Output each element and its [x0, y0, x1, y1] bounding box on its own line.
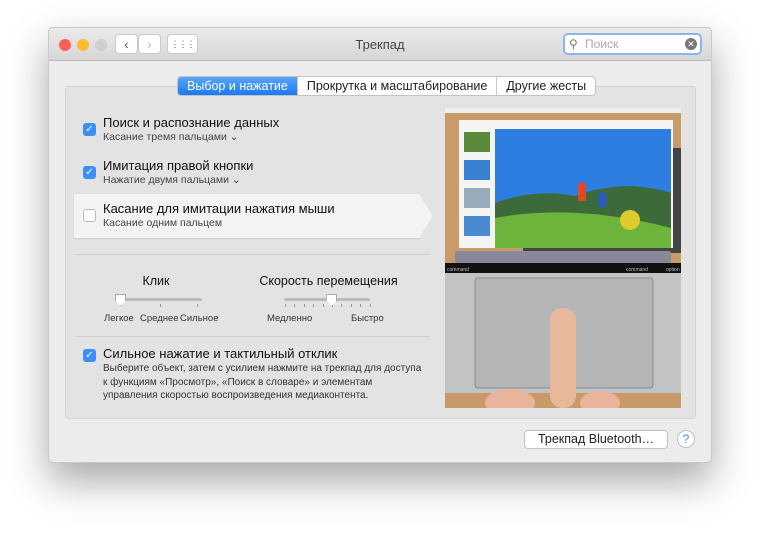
speed-fast-label: Быстро [351, 313, 384, 324]
tab-point-click[interactable]: Выбор и нажатие [178, 77, 298, 95]
secondary-click-dropdown[interactable]: Нажатие двумя пальцами ⌄ [103, 174, 241, 186]
thumbnail [464, 216, 490, 236]
chevron-down-icon: ⌄ [229, 131, 239, 143]
key-command-right: command [626, 267, 648, 273]
tick [360, 304, 362, 307]
search-placeholder: Поиск [585, 37, 619, 51]
option-title: Имитация правой кнопки [103, 158, 254, 173]
bluetooth-trackpad-button[interactable]: Трекпад Bluetooth… [524, 430, 668, 449]
search-icon: ⚲ [569, 37, 578, 51]
click-medium-label: Среднее [140, 313, 179, 324]
photo-hiker [578, 183, 586, 201]
tab-scroll-zoom[interactable]: Прокрутка и масштабирование [298, 77, 498, 95]
click-slider-knob[interactable] [115, 294, 126, 306]
secondary-click-checkbox[interactable]: ✓ [83, 166, 96, 179]
menu-bar [445, 108, 681, 113]
click-firm-label: Сильное [180, 313, 219, 324]
clear-search-icon[interactable]: ✕ [685, 38, 697, 50]
key-option: option [666, 267, 680, 273]
tick [341, 304, 343, 307]
force-click-checkbox[interactable]: ✓ [83, 349, 96, 362]
tracking-speed-knob[interactable] [326, 294, 338, 306]
tick [197, 304, 198, 307]
thumbnail [464, 188, 490, 208]
tab-more-gestures[interactable]: Другие жесты [497, 77, 595, 95]
divider [76, 336, 429, 337]
tick [322, 304, 324, 307]
tick [350, 304, 352, 307]
click-light-label: Легкое [104, 313, 134, 324]
tick [313, 304, 315, 307]
finger [550, 308, 576, 408]
thumbnail [464, 132, 490, 152]
tick [160, 304, 161, 307]
divider [76, 254, 429, 255]
tracking-speed-label: Скорость перемещения [259, 274, 398, 288]
settings-panel: ✓ Поиск и распознание данных Касание тре… [65, 86, 696, 419]
option-sub: Нажатие двумя пальцами [103, 174, 229, 186]
gesture-preview-video: command command option [445, 108, 681, 408]
option-title: Касание для имитации нажатия мыши [103, 201, 335, 216]
key-command-left: command [447, 267, 469, 273]
click-slider[interactable] [119, 298, 202, 301]
photo-child [599, 193, 606, 207]
tick [285, 304, 286, 307]
titlebar: ‹ › ⋮⋮⋮ Трекпад ⚲ Поиск ✕ [49, 28, 711, 61]
option-sub: Касание тремя пальцами [103, 131, 227, 143]
option-sub: Касание одним пальцем [103, 217, 223, 229]
tap-to-click-checkbox[interactable] [83, 209, 96, 222]
click-label: Клик [142, 274, 170, 288]
dock [455, 251, 671, 263]
force-click-description: Выберите объект, затем с усилием нажмите… [103, 363, 422, 401]
tick [369, 304, 371, 307]
photo-bushes [620, 210, 640, 230]
thumbnail [464, 160, 490, 180]
tick [303, 304, 305, 307]
lookup-gesture-dropdown[interactable]: Касание тремя пальцами ⌄ [103, 131, 239, 143]
speed-slow-label: Медленно [267, 313, 313, 324]
help-button[interactable]: ? [677, 430, 695, 448]
trackpad-window: ‹ › ⋮⋮⋮ Трекпад ⚲ Поиск ✕ Выбор и нажати… [48, 27, 712, 463]
option-title: Поиск и распознание данных [103, 115, 280, 130]
force-click-title: Сильное нажатие и тактильный отклик [103, 346, 338, 361]
chevron-down-icon: ⌄ [231, 174, 241, 186]
tick [294, 304, 296, 307]
tab-bar: Выбор и нажатие Прокрутка и масштабирова… [177, 76, 597, 96]
search-input[interactable]: ⚲ Поиск ✕ [563, 33, 702, 55]
lookup-checkbox[interactable]: ✓ [83, 123, 96, 136]
